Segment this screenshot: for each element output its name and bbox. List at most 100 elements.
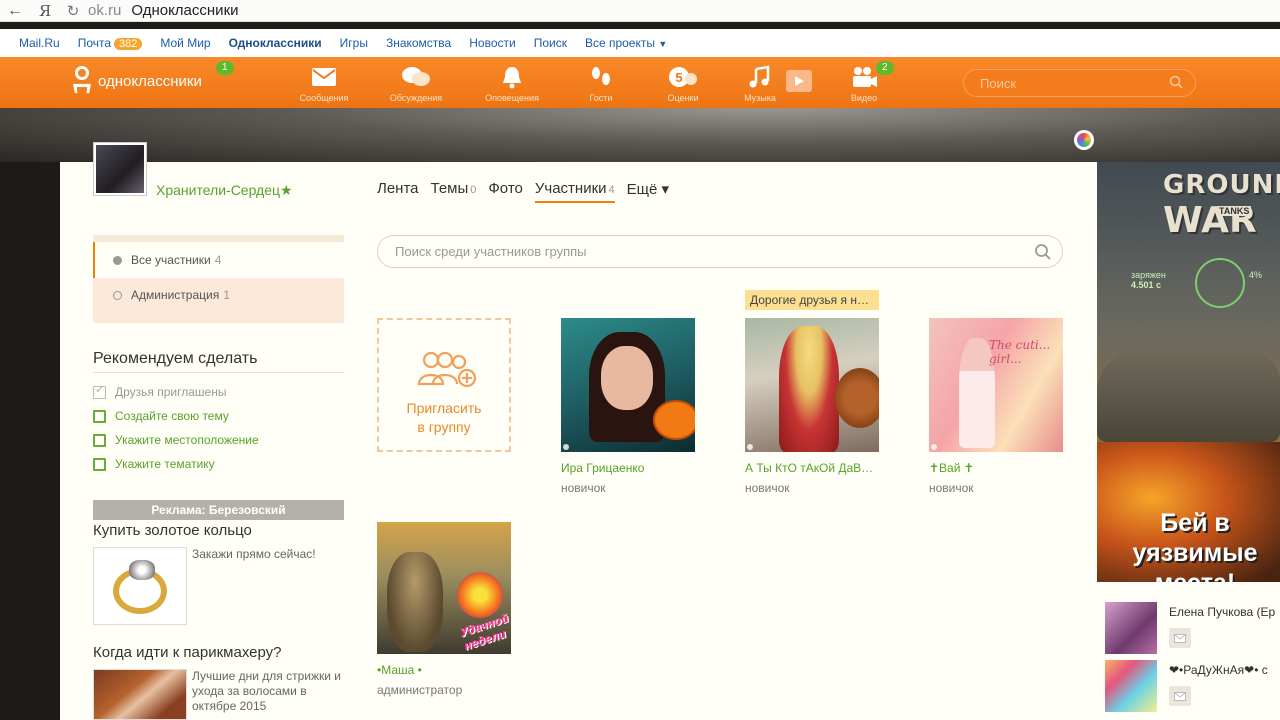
project-link-mail[interactable]: Почта 382: [78, 36, 143, 50]
toolbar-messages[interactable]: Сообщения: [284, 63, 364, 103]
members-filter-menu: Все участники 4 Администрация 1: [93, 235, 344, 323]
all-projects-dropdown[interactable]: Все проекты ▼: [585, 36, 667, 50]
video-count-badge: 2: [876, 61, 894, 75]
all-projects-label: Все проекты: [584, 36, 655, 50]
toolbar-discussions-label: Обсуждения: [389, 93, 443, 103]
tab-topics[interactable]: Темы 0: [431, 180, 477, 203]
member-search-input[interactable]: Поиск среди участников группы: [377, 235, 1063, 268]
project-link-games[interactable]: Игры: [340, 36, 368, 50]
member-status-bubble[interactable]: Дорогие друзья я н…: [745, 290, 879, 310]
tab-label: Темы: [430, 180, 469, 197]
add-users-icon: [379, 350, 509, 393]
group-avatar[interactable]: [93, 142, 147, 196]
footprints-icon: [561, 63, 641, 91]
tab-count: 4: [608, 184, 615, 196]
ad-logo-sub: TANKS: [1217, 206, 1252, 216]
ad-header: Реклама: Березовский: [93, 500, 344, 520]
url-domain[interactable]: ok.ru: [88, 2, 121, 19]
toolbar-video-label: Видео: [850, 93, 878, 103]
rec-set-theme[interactable]: Укажите тематику: [93, 457, 215, 471]
member-name-link[interactable]: А Ты КтО тАкОй ДаВ…: [745, 461, 879, 475]
ad-hair-title[interactable]: Когда идти к парикмахеру?: [93, 644, 282, 661]
checkbox-icon: [93, 409, 106, 423]
search-icon[interactable]: [1034, 243, 1052, 264]
tab-members[interactable]: Участники 4: [534, 180, 615, 203]
color-theme-icon[interactable]: [1074, 130, 1094, 150]
ok-toolbar: одноклассники 1 Сообщения Обсуждения Опо…: [0, 57, 1280, 108]
crosshair-icon: [1195, 258, 1245, 308]
music-play-button[interactable]: [786, 70, 812, 92]
chat-bubbles-icon: [376, 63, 456, 91]
tab-photos[interactable]: Фото: [488, 180, 522, 203]
ad-hair-text[interactable]: Лучшие дни для стрижки и ухода за волоса…: [192, 669, 342, 714]
project-link-label: Почта: [77, 36, 112, 50]
toolbar-discussions[interactable]: Обсуждения: [376, 63, 456, 103]
group-name-link[interactable]: Хранители-Сердец★: [156, 182, 293, 199]
friend-avatar[interactable]: [1105, 660, 1157, 712]
tab-label: Ещё ▾: [626, 181, 670, 198]
hud-label: заряжен: [1131, 270, 1166, 280]
filter-label: Администрация: [131, 288, 220, 302]
back-arrow-icon[interactable]: ←: [0, 2, 30, 20]
member-name-link[interactable]: ✝Вай ✝: [929, 461, 1063, 475]
toolbar-guests-label: Гости: [589, 93, 613, 103]
page-title[interactable]: Одноклассники: [131, 2, 238, 19]
toolbar-guests[interactable]: Гости: [561, 63, 641, 103]
member-photo[interactable]: [561, 318, 695, 452]
notification-badge: 1: [216, 61, 234, 75]
tab-feed[interactable]: Лента: [377, 180, 419, 203]
toolbar-notifications-label: Оповещения: [485, 93, 539, 103]
ad-hair-image[interactable]: [93, 669, 187, 720]
toolbar-search-input[interactable]: Поиск: [963, 69, 1196, 97]
envelope-icon[interactable]: [1169, 628, 1191, 648]
member-role: новичок: [561, 481, 606, 495]
project-link-search[interactable]: Поиск: [534, 36, 567, 50]
refresh-icon[interactable]: ↻: [60, 2, 86, 20]
project-link-dating[interactable]: Знакомства: [386, 36, 451, 50]
search-icon[interactable]: [1169, 75, 1183, 92]
friend-avatar[interactable]: [1105, 602, 1157, 654]
tab-more[interactable]: Ещё ▾: [627, 180, 669, 203]
ad-logo-line1: GROUND: [1163, 170, 1280, 200]
toolbar-search-placeholder: Поиск: [980, 76, 1017, 91]
member-photo[interactable]: [745, 318, 879, 452]
rec-label: Укажите местоположение: [115, 433, 259, 447]
game-ad-banner[interactable]: GROUND WAR TANKS заряжен4.501 с 4% Бей в…: [1097, 162, 1280, 582]
member-photo[interactable]: Удачной недели: [377, 522, 511, 654]
filter-administration[interactable]: Администрация 1: [93, 278, 344, 312]
toolbar-music-label: Музыка: [744, 93, 776, 103]
rec-set-location[interactable]: Укажите местоположение: [93, 433, 259, 447]
member-card: Дорогие друзья я н… А Ты КтО тАкОй ДаВ… …: [745, 290, 879, 495]
bell-icon: [472, 63, 552, 91]
svg-text:5: 5: [675, 70, 682, 85]
toolbar-video[interactable]: Видео 2: [824, 61, 904, 103]
ok-logo[interactable]: одноклассники 1: [72, 61, 234, 97]
unread-mail-badge: 382: [114, 38, 143, 50]
friend-item[interactable]: ❤•РаДуЖнАя❤• с: [1105, 660, 1268, 712]
member-name-link[interactable]: Ира Грицаенко: [561, 461, 695, 475]
rec-create-topic[interactable]: Создайте свою тему: [93, 409, 229, 423]
yandex-logo[interactable]: Я: [30, 2, 60, 20]
photo-caption: The cuti... girl...: [989, 338, 1051, 366]
invite-to-group-button[interactable]: Пригласить в группу: [377, 318, 511, 452]
filter-all-members[interactable]: Все участники 4: [93, 242, 344, 278]
member-name-link[interactable]: •Маша •: [377, 663, 511, 677]
project-link-mymir[interactable]: Мой Мир: [160, 36, 210, 50]
ok-logo-icon: [72, 65, 92, 97]
ad-ring-text[interactable]: Закажи прямо сейчас!: [192, 547, 342, 562]
project-link-news[interactable]: Новости: [469, 36, 515, 50]
member-card: Ира Грицаенко новичок: [561, 318, 695, 495]
project-link-odnoklassniki[interactable]: Одноклассники: [229, 36, 322, 50]
project-link-mailru[interactable]: Mail.Ru: [19, 36, 60, 50]
toolbar-notifications[interactable]: Оповещения: [472, 63, 552, 103]
toolbar-ratings[interactable]: 5 Оценки: [643, 63, 723, 103]
member-photo[interactable]: The cuti... girl...: [929, 318, 1063, 452]
browser-address-bar: ← Я ↻ ok.ru Одноклассники: [0, 0, 1280, 22]
rec-label: Укажите тематику: [115, 457, 215, 471]
radio-dot-icon: [113, 290, 122, 300]
friend-item[interactable]: Елена Пучкова (Ер: [1105, 602, 1275, 654]
envelope-icon[interactable]: [1169, 686, 1191, 706]
friends-online-panel: Елена Пучкова (Ер ❤•РаДуЖнАя❤• с: [1097, 582, 1280, 720]
ad-ring-title[interactable]: Купить золотое кольцо: [93, 522, 252, 539]
ad-ring-image[interactable]: [93, 547, 187, 625]
